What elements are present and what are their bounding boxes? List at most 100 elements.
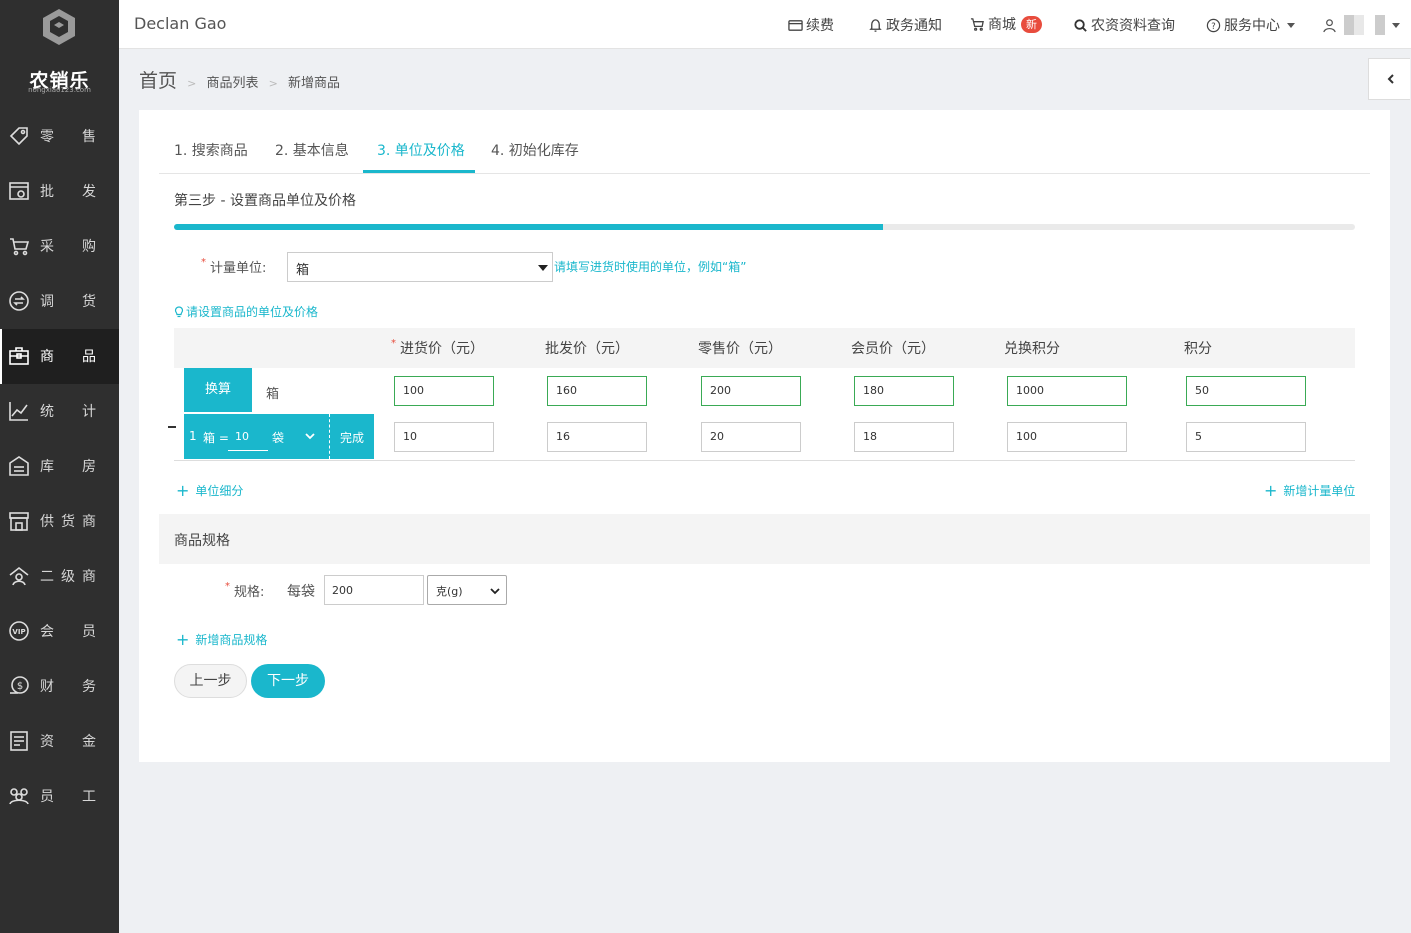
header-points: 积分 xyxy=(1184,341,1212,357)
unit-field-label: * 计量单位: xyxy=(201,257,267,276)
sidebar-item-label: 商品 xyxy=(40,349,96,365)
sidebar-item-label: 会员 xyxy=(40,624,96,640)
header-member-price: 会员价（元） xyxy=(851,341,935,357)
prev-step-button[interactable]: 上一步 xyxy=(174,664,247,698)
breadcrumb-separator: > xyxy=(187,77,197,90)
tab-search-goods[interactable]: 1. 搜索商品 xyxy=(174,140,248,160)
top-bar: Declan Gao 续费 政务通知 商城 新 农资资料查询 ? 服务中心 xyxy=(119,0,1411,49)
spec-quantity-input[interactable]: 200 xyxy=(324,575,424,605)
plus-icon: + xyxy=(1264,481,1278,500)
dealer-icon xyxy=(9,566,29,586)
vip-icon: VIP xyxy=(9,621,29,641)
base-retail-price-input[interactable]: 200 xyxy=(701,376,801,406)
base-member-price-input[interactable]: 180 xyxy=(854,376,954,406)
tab-init-stock[interactable]: 4. 初始化库存 xyxy=(491,140,579,160)
tab-basic-info[interactable]: 2. 基本信息 xyxy=(275,140,349,160)
user-icon xyxy=(1323,18,1336,32)
sub-unit-conversion: 1 箱 = 10 袋 完成 xyxy=(184,414,374,459)
sidebar-item-warehouse[interactable]: 库房 xyxy=(0,439,119,494)
sidebar-item-wholesale[interactable]: 批发 xyxy=(0,164,119,219)
sidebar-item-transfer[interactable]: 调货 xyxy=(0,274,119,329)
sidebar-item-stats[interactable]: 统计 xyxy=(0,384,119,439)
store-icon xyxy=(9,512,29,531)
service-center-dropdown[interactable]: ? 服务中心 xyxy=(1206,15,1295,35)
step-progress-fill xyxy=(174,224,883,230)
base-exchange-points-input[interactable]: 1000 xyxy=(1007,376,1127,406)
panel-collapse-button[interactable] xyxy=(1368,58,1410,100)
sidebar-item-retail[interactable]: 零售 xyxy=(0,109,119,164)
logo-mark-icon xyxy=(43,9,75,45)
sidebar-item-label: 批发 xyxy=(40,184,96,200)
sidebar-item-member[interactable]: VIP 会员 xyxy=(0,604,119,659)
table-bottom-border xyxy=(174,460,1355,461)
sidebar-item-funds[interactable]: 资金 xyxy=(0,714,119,769)
spec-prefix: 每袋 xyxy=(287,584,315,600)
base-points-input[interactable]: 50 xyxy=(1186,376,1306,406)
unit-select-value: 箱 xyxy=(296,263,310,278)
breadcrumb-goods-list[interactable]: 商品列表 xyxy=(207,76,259,91)
user-menu[interactable] xyxy=(1322,15,1400,35)
service-center-label: 服务中心 xyxy=(1224,18,1280,34)
sidebar: 农销乐 nongxiao123.com 零售 批发 采购 调货 商品 统计 库房… xyxy=(0,0,119,933)
tab-unit-price[interactable]: 3. 单位及价格 xyxy=(377,140,465,160)
add-unit-link[interactable]: + 新增计量单位 xyxy=(1264,481,1355,500)
warehouse-icon xyxy=(9,456,29,476)
subdivide-unit-link[interactable]: + 单位细分 xyxy=(176,481,243,500)
search-icon xyxy=(1074,18,1087,32)
dropdown-arrow-icon xyxy=(538,265,548,271)
shopping-cart-icon xyxy=(970,17,984,31)
sidebar-item-dealer[interactable]: 二级商 xyxy=(0,549,119,604)
sub-retail-price-input[interactable]: 20 xyxy=(701,422,801,452)
material-search-link[interactable]: 农资资料查询 xyxy=(1073,15,1175,35)
sidebar-item-label: 统计 xyxy=(40,404,96,420)
add-spec-link[interactable]: + 新增商品规格 xyxy=(176,630,267,649)
sidebar-item-supplier[interactable]: 供货商 xyxy=(0,494,119,549)
chevron-down-icon[interactable] xyxy=(305,431,315,441)
caret-down-icon xyxy=(1392,22,1400,28)
sidebar-item-purchase[interactable]: 采购 xyxy=(0,219,119,274)
sidebar-item-label: 采购 xyxy=(40,239,96,255)
avatar-secondary xyxy=(1375,15,1385,35)
sidebar-item-finance[interactable]: $ 财务 xyxy=(0,659,119,714)
spec-unit-select[interactable]: 克(g) xyxy=(427,575,507,605)
conversion-done-button[interactable]: 完成 xyxy=(340,429,364,446)
price-table-header: * 进货价（元） 批发价（元） 零售价（元） 会员价（元） 兑换积分 积分 xyxy=(174,328,1355,368)
convert-button[interactable]: 换算 xyxy=(184,368,252,412)
sub-exchange-points-input[interactable]: 100 xyxy=(1007,422,1127,452)
next-step-button[interactable]: 下一步 xyxy=(251,664,325,698)
sidebar-item-goods[interactable]: 商品 xyxy=(0,329,119,384)
sub-purchase-price-input[interactable]: 10 xyxy=(394,422,494,452)
remove-sub-unit-button[interactable] xyxy=(168,426,176,428)
material-search-label: 农资资料查询 xyxy=(1091,18,1175,34)
logo[interactable]: 农销乐 nongxiao123.com xyxy=(0,0,119,110)
mall-label: 商城 xyxy=(988,17,1016,33)
breadcrumb-home[interactable]: 首页 xyxy=(139,70,177,92)
required-mark: * xyxy=(225,581,230,592)
chevron-down-icon xyxy=(490,588,500,595)
mall-link[interactable]: 商城 新 xyxy=(970,14,1042,34)
conversion-qty-input[interactable]: 10 xyxy=(228,424,268,451)
sub-wholesale-price-input[interactable]: 16 xyxy=(547,422,647,452)
user-name: Declan Gao xyxy=(134,14,227,33)
wholesale-icon xyxy=(9,182,29,200)
breadcrumb-separator: > xyxy=(268,77,278,90)
conversion-unit-right[interactable]: 袋 xyxy=(272,429,284,446)
header-exchange-points: 兑换积分 xyxy=(1004,341,1060,357)
renew-link[interactable]: 续费 xyxy=(788,15,834,35)
sidebar-item-label: 调货 xyxy=(40,294,96,310)
notice-link[interactable]: 政务通知 xyxy=(868,15,942,35)
sub-points-input[interactable]: 5 xyxy=(1186,422,1306,452)
svg-text:?: ? xyxy=(1211,20,1215,30)
sidebar-item-label: 零售 xyxy=(40,129,96,145)
svg-text:$: $ xyxy=(17,681,23,692)
sub-member-price-input[interactable]: 18 xyxy=(854,422,954,452)
base-purchase-price-input[interactable]: 100 xyxy=(394,376,494,406)
finance-icon: $ xyxy=(10,676,29,694)
main-card: 1. 搜索商品 2. 基本信息 3. 单位及价格 4. 初始化库存 第三步 - … xyxy=(139,110,1390,762)
base-wholesale-price-input[interactable]: 160 xyxy=(547,376,647,406)
credit-card-icon xyxy=(788,19,803,31)
unit-select[interactable]: 箱 xyxy=(287,252,553,282)
chart-icon xyxy=(9,402,28,421)
header-purchase-price: * 进货价（元） xyxy=(391,338,484,357)
sidebar-item-staff[interactable]: 员工 xyxy=(0,769,119,824)
